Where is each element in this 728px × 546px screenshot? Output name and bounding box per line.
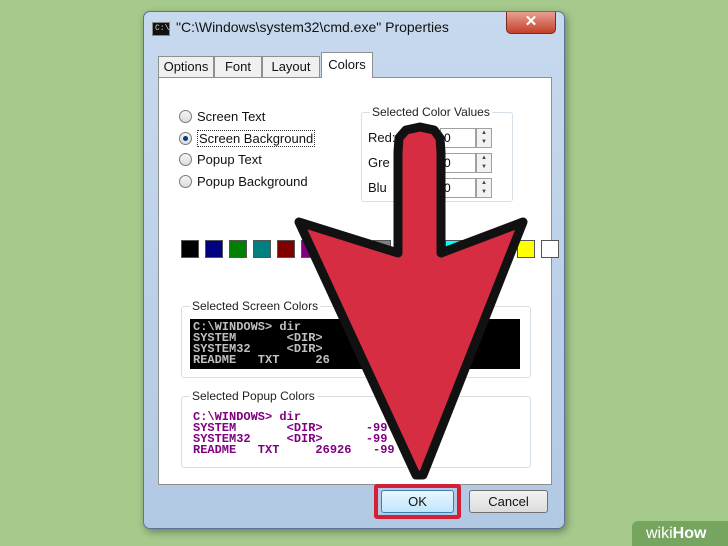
radio-selected-icon (179, 132, 192, 145)
green-spinner[interactable]: ▲ ▼ (476, 153, 492, 173)
group-title: Selected Popup Colors (190, 389, 317, 403)
spin-up-icon[interactable]: ▲ (477, 154, 491, 163)
color-swatch[interactable] (469, 240, 487, 258)
color-swatch[interactable] (421, 240, 439, 258)
spin-up-icon[interactable]: ▲ (477, 129, 491, 138)
color-swatch[interactable] (253, 240, 271, 258)
radio-popup-text[interactable]: Popup Text (179, 152, 262, 167)
radio-label: Screen Text (197, 109, 266, 124)
properties-dialog: C:\ "C:\Windows\system32\cmd.exe" Proper… (143, 11, 565, 529)
color-swatch[interactable] (301, 240, 319, 258)
radio-icon (179, 175, 192, 188)
tab-layout[interactable]: Layout (262, 56, 320, 77)
color-swatch[interactable] (205, 240, 223, 258)
radio-label: Popup Background (197, 174, 308, 189)
color-swatch[interactable] (325, 240, 343, 258)
window-title: "C:\Windows\system32\cmd.exe" Properties (176, 19, 449, 35)
console-line: README TXT 26926 -99 5:0 (193, 443, 438, 457)
radio-screen-text[interactable]: Screen Text (179, 109, 265, 124)
radio-popup-background[interactable]: Popup Background (179, 174, 308, 189)
color-swatch[interactable] (397, 240, 415, 258)
blue-spinner[interactable]: ▲ ▼ (476, 178, 492, 198)
color-swatch[interactable] (349, 240, 367, 258)
green-input[interactable]: 0 (440, 153, 476, 173)
red-spinner[interactable]: ▲ ▼ (476, 128, 492, 148)
console-line: README TXT 26 5:0 (193, 353, 424, 367)
tab-options[interactable]: Options (158, 56, 214, 77)
radio-label: Popup Text (197, 152, 262, 167)
tab-font[interactable]: Font (214, 56, 262, 77)
watermark-suffix: How (672, 525, 707, 542)
spin-down-icon[interactable]: ▼ (477, 188, 491, 197)
spin-up-icon[interactable]: ▲ (477, 179, 491, 188)
color-swatch[interactable] (277, 240, 295, 258)
color-swatch[interactable] (517, 240, 535, 258)
tab-colors[interactable]: Colors (321, 52, 373, 78)
red-input[interactable]: 0 (440, 128, 476, 148)
spin-down-icon[interactable]: ▼ (477, 138, 491, 147)
color-swatch[interactable] (229, 240, 247, 258)
popup-colors-preview: C:\WINDOWS> dir SYSTEM <DIR> -99 5:0 SYSTE… (190, 409, 520, 459)
selected-popup-colors-group: Selected Popup Colors C:\WINDOWS> dir SYS… (181, 389, 531, 468)
color-swatch[interactable] (445, 240, 463, 258)
cancel-button[interactable]: Cancel (469, 490, 548, 513)
radio-icon (179, 153, 192, 166)
radio-label: Screen Background (197, 130, 316, 147)
color-swatch[interactable] (493, 240, 511, 258)
selected-screen-colors-group: Selected Screen Colors C:\WINDOWS> dir SY… (181, 299, 531, 378)
radio-screen-background[interactable]: Screen Background (179, 130, 316, 147)
red-label: Red: (368, 130, 396, 145)
color-swatch[interactable] (373, 240, 391, 258)
blue-input[interactable]: 0 (440, 178, 476, 198)
ok-highlight-box (374, 484, 461, 519)
wikihow-watermark: wikiHow (632, 521, 728, 546)
screen-colors-preview: C:\WINDOWS> dir SYSTEM <DIR> 5:0 SYSTEM32 … (190, 319, 520, 369)
watermark-prefix: wiki (646, 525, 673, 542)
colors-panel: Screen Text Screen Background Popup Text… (158, 77, 559, 485)
color-swatch[interactable] (181, 240, 199, 258)
color-swatch[interactable] (541, 240, 559, 258)
cmd-icon: C:\ (152, 22, 170, 36)
selected-color-values-group: Selected Color Values Red: 0 ▲ ▼ Gre 0 ▲ ▼… (361, 105, 513, 202)
radio-icon (179, 110, 192, 123)
close-button[interactable]: ✕ (506, 12, 556, 34)
green-label: Gre (368, 155, 390, 170)
spin-down-icon[interactable]: ▼ (477, 163, 491, 172)
group-title: Selected Screen Colors (190, 299, 321, 313)
blue-label: Blu (368, 180, 387, 195)
group-title: Selected Color Values (370, 105, 492, 119)
